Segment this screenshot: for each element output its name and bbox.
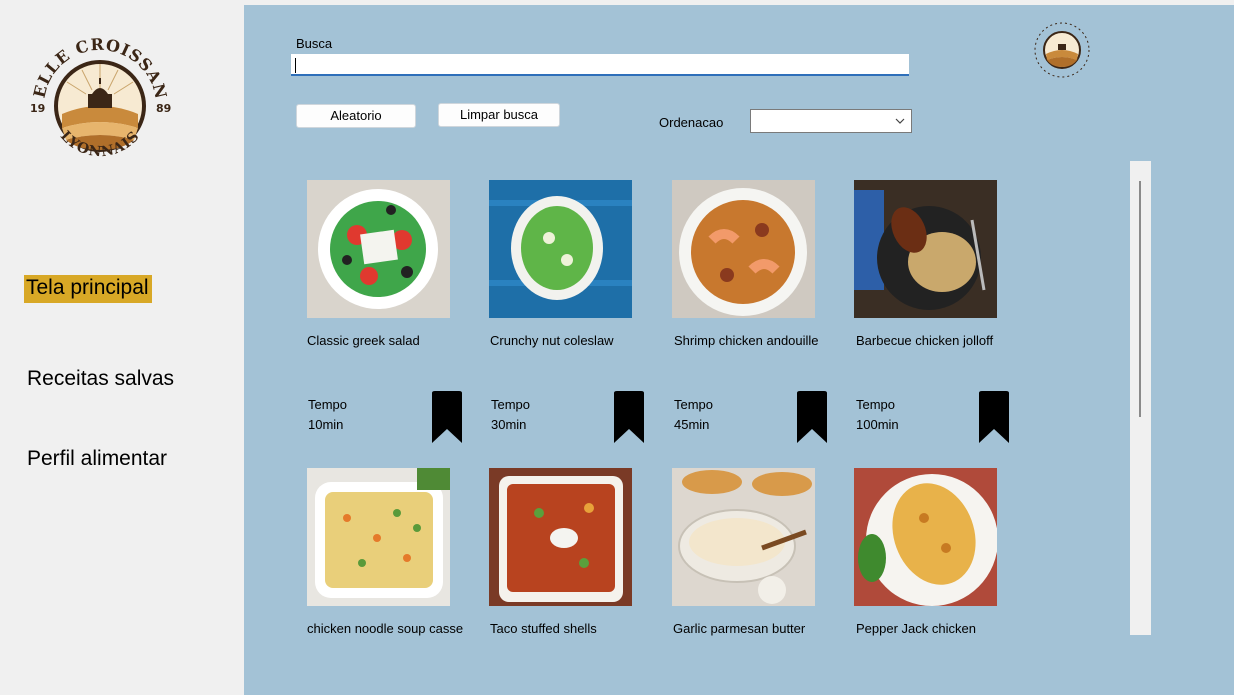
recipe-image-garlic-butter[interactable] [672,468,815,606]
recipe-time: Tempo 45min [674,395,713,435]
recipe-title[interactable]: Pepper Jack chicken [856,621,1016,636]
search-label: Busca [296,36,333,51]
sort-dropdown[interactable] [750,109,912,133]
main-panel: Busca Aleatorio Limpar busca Ordenacao C… [244,5,1234,695]
nav-item-tela-principal[interactable]: Tela principal [24,275,152,303]
recipe-image-shrimp-jambalaya[interactable] [672,180,815,318]
nav-item-perfil-alimentar[interactable]: Perfil alimentar [27,447,167,471]
recipe-title[interactable]: Barbecue chicken jolloff [856,333,1016,348]
svg-text:19: 19 [30,102,45,115]
random-button[interactable]: Aleatorio [296,104,416,128]
bookmark-icon[interactable] [431,391,463,443]
time-value: 45min [674,417,710,432]
recipe-title[interactable]: chicken noodle soup casse [307,621,467,636]
recipe-image-taco-shells[interactable] [489,468,632,606]
svg-text:89: 89 [156,102,171,115]
recipe-image-pepper-jack-chicken[interactable] [854,468,997,606]
belle-croissant-logo: BELLE CROISSANT LYONNAIS 19 89 [22,28,171,160]
time-label: Tempo [491,397,531,412]
search-input[interactable] [291,54,909,76]
time-label: Tempo [856,397,896,412]
recipe-image-noodle-casserole[interactable] [307,468,450,606]
mini-logo [1034,22,1090,78]
time-value: 30min [491,417,527,432]
nav-item-receitas-salvas[interactable]: Receitas salvas [27,367,174,391]
recipe-image-bbq-chicken-jollof[interactable] [854,180,997,318]
recipe-title[interactable]: Garlic parmesan butter [673,621,833,636]
clear-search-button[interactable]: Limpar busca [438,103,560,127]
recipe-title[interactable]: Classic greek salad [307,333,467,348]
time-label: Tempo [308,397,348,412]
recipe-title[interactable]: Taco stuffed shells [490,621,650,636]
bookmark-icon[interactable] [613,391,645,443]
recipe-image-greek-salad[interactable] [307,180,450,318]
time-label: Tempo [674,397,714,412]
chevron-down-icon [895,118,905,124]
sort-label: Ordenacao [659,115,724,130]
recipe-image-coleslaw[interactable] [489,180,632,318]
recipe-time: Tempo 30min [491,395,530,435]
recipe-time: Tempo 100min [856,395,899,435]
time-value: 100min [856,417,899,432]
recipes-scrollbar[interactable] [1130,161,1151,635]
bookmark-icon[interactable] [978,391,1010,443]
scrollbar-thumb[interactable] [1139,181,1141,417]
text-caret [295,58,296,73]
recipe-title[interactable]: Crunchy nut coleslaw [490,333,650,348]
time-value: 10min [308,417,344,432]
recipe-time: Tempo 10min [308,395,347,435]
sidebar: BELLE CROISSANT LYONNAIS 19 89 Tela prin… [0,0,244,695]
bookmark-icon[interactable] [796,391,828,443]
recipe-title[interactable]: Shrimp chicken andouille [674,333,834,348]
